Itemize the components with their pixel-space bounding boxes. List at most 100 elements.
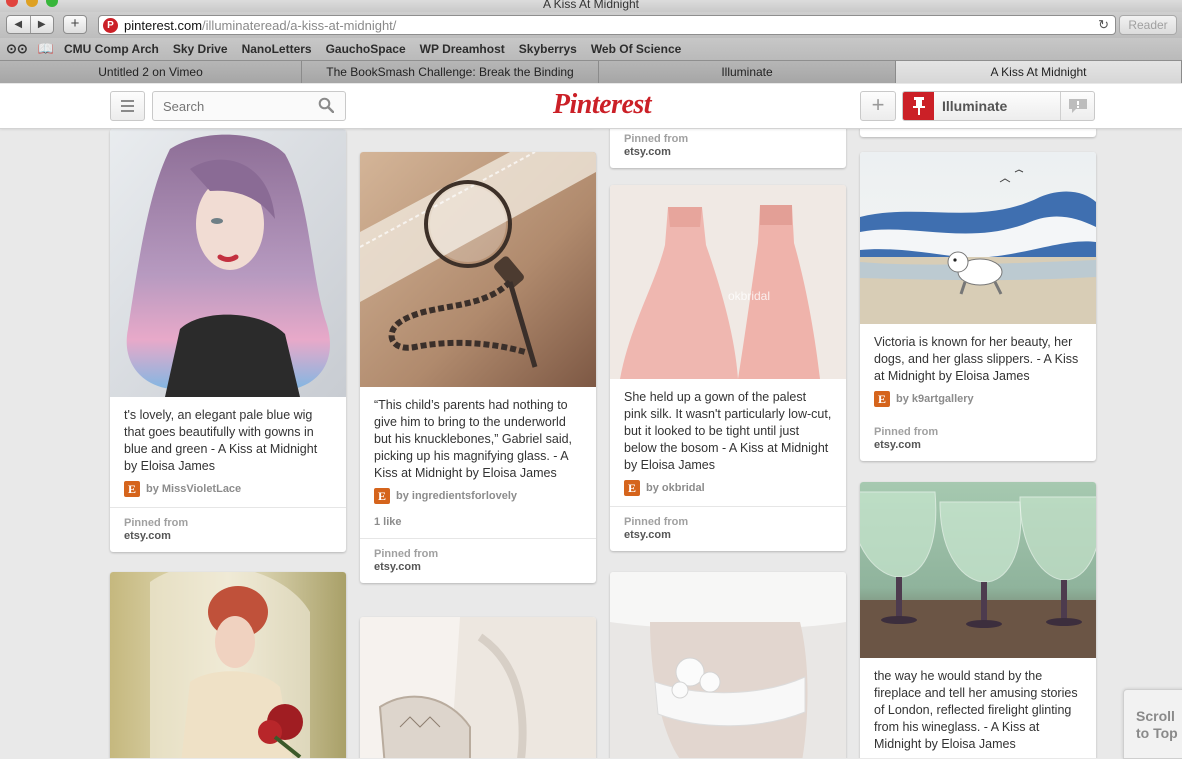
user-name: Illuminate — [942, 98, 1008, 114]
tab-label: A Kiss At Midnight — [990, 65, 1087, 79]
pin-card[interactable]: Pinned from etsy.com — [610, 129, 846, 168]
zoom-window-button[interactable] — [46, 0, 58, 7]
bookmark-item[interactable]: Web Of Science — [591, 42, 681, 56]
close-window-button[interactable] — [6, 0, 18, 7]
pinned-from[interactable]: Pinned from etsy.com — [610, 506, 846, 551]
window-controls — [6, 0, 58, 7]
bookmarks-bar: ⊙⊙ 📖 CMU Comp Arch Sky Drive NanoLetters… — [0, 38, 1182, 60]
pin-author: by okbridal — [646, 482, 705, 494]
pinterest-header: Pinterest + Illuminate — [0, 84, 1182, 129]
pin-attribution[interactable]: Eby okbridal — [610, 474, 846, 496]
menu-icon — [121, 100, 134, 102]
pin-image-pink-gowns[interactable]: okbridal — [610, 185, 846, 379]
pinned-from[interactable]: Pinned from etsy.com — [860, 417, 1096, 461]
etsy-icon: E — [874, 391, 890, 407]
pin-image-dog-at-beach[interactable] — [860, 152, 1096, 324]
bookmark-item[interactable]: Sky Drive — [173, 42, 228, 56]
tab-booksmash[interactable]: The BookSmash Challenge: Break the Bindi… — [302, 61, 599, 83]
pin-description: Victoria is known for her beauty, her do… — [874, 335, 1079, 383]
pin-author: by MissVioletLace — [146, 483, 242, 495]
pin-author: by ingredientsforlovely — [396, 490, 518, 502]
url-host: pinterest.com — [124, 17, 203, 33]
pin-card[interactable]: “This child’s parents had nothing to giv… — [360, 152, 596, 583]
search-icon[interactable] — [318, 97, 334, 113]
pinned-from-label: Pinned from — [624, 516, 689, 528]
pinterest-favicon-icon: P — [103, 17, 118, 33]
bookmark-item[interactable]: NanoLetters — [242, 42, 312, 56]
tab-label: Untitled 2 on Vimeo — [98, 65, 203, 79]
pin-description: “This child’s parents had nothing to giv… — [374, 398, 573, 480]
back-forward-buttons: ◀ ▶ — [6, 15, 54, 34]
pinterest-logo[interactable]: Pinterest — [545, 88, 659, 122]
pin-description: She held up a gown of the palest pink si… — [624, 390, 832, 472]
bookmark-item[interactable]: WP Dreamhost — [420, 42, 505, 56]
pin-card[interactable]: the way he would stand by the fireplace … — [860, 482, 1096, 758]
okbridal-watermark: okbridal — [728, 289, 770, 303]
pin-description: t's lovely, an elegant pale blue wig tha… — [124, 408, 318, 473]
menu-icon-line — [121, 110, 134, 112]
pin-attribution[interactable]: Eby k9artgallery — [860, 385, 1096, 407]
window-titlebar: A Kiss At Midnight — [0, 0, 1182, 12]
etsy-icon: E — [624, 480, 640, 496]
tab-bar: Untitled 2 on Vimeo The BookSmash Challe… — [0, 60, 1182, 83]
speech-bubble-icon — [1068, 99, 1087, 113]
reading-list-icon[interactable]: ⊙⊙ — [6, 41, 28, 57]
pin-attribution[interactable]: Eby MissVioletLace — [110, 475, 346, 497]
pushpin-icon — [903, 92, 934, 120]
search-input[interactable] — [152, 91, 346, 121]
tab-illuminate[interactable]: Illuminate — [599, 61, 896, 83]
pin-card[interactable]: t's lovely, an elegant pale blue wig tha… — [110, 129, 346, 552]
url-path: /illuminateread/a-kiss-at-midnight/ — [202, 17, 397, 33]
reload-icon[interactable]: ↻ — [1098, 17, 1109, 33]
pin-image-lavender-wig[interactable] — [110, 129, 346, 397]
back-arrow-icon[interactable]: ◀ — [7, 16, 30, 33]
pin-grid: t's lovely, an elegant pale blue wig tha… — [0, 129, 1182, 758]
bookmark-item[interactable]: CMU Comp Arch — [64, 42, 159, 56]
pinned-from-source: etsy.com — [624, 146, 671, 158]
bookmark-item[interactable]: GauchoSpace — [326, 42, 406, 56]
pin-image-magnifying-glass[interactable] — [360, 152, 596, 387]
pinned-from-label: Pinned from — [374, 548, 439, 560]
browser-toolbar: ◀ ▶ + P pinterest.com/illuminateread/a-k… — [0, 12, 1182, 38]
pinned-from-source: etsy.com — [624, 529, 671, 541]
pin-card[interactable] — [110, 572, 346, 758]
scroll-to-top-label: Scroll — [1136, 708, 1175, 724]
user-menu[interactable]: Illuminate — [902, 91, 1095, 121]
add-pin-button[interactable]: + — [860, 91, 896, 121]
pinned-from[interactable]: Pinned from etsy.com — [360, 538, 596, 583]
pin-card[interactable] — [610, 572, 846, 758]
scroll-to-top-label: to Top — [1136, 725, 1178, 741]
pin-card[interactable] — [360, 617, 596, 758]
notifications-button[interactable] — [1060, 92, 1094, 120]
window-title: A Kiss At Midnight — [542, 0, 640, 11]
pin-card[interactable] — [860, 129, 1096, 137]
tab-a-kiss-at-midnight[interactable]: A Kiss At Midnight — [896, 61, 1182, 83]
bookmark-item[interactable]: Skyberrys — [519, 42, 577, 56]
pin-attribution[interactable]: Eby ingredientsforlovely — [360, 482, 596, 504]
pinned-from[interactable]: Pinned from etsy.com — [610, 129, 846, 168]
pin-image-redhead-gown[interactable] — [110, 572, 346, 758]
bookmarks-book-icon[interactable]: 📖 — [38, 41, 54, 57]
forward-arrow-icon[interactable]: ▶ — [29, 16, 54, 33]
pin-image-green-wineglasses[interactable] — [860, 482, 1096, 658]
address-bar[interactable]: P pinterest.com/illuminateread/a-kiss-at… — [98, 15, 1116, 35]
like-count[interactable]: 1 like — [360, 504, 596, 528]
pinned-from-source: etsy.com — [874, 439, 921, 451]
tab-vimeo[interactable]: Untitled 2 on Vimeo — [0, 61, 302, 83]
pin-description: the way he would stand by the fireplace … — [874, 669, 1078, 751]
scroll-to-top-button[interactable]: Scroll to Top — [1123, 689, 1182, 759]
add-bookmark-button[interactable]: + — [63, 15, 87, 34]
reader-button[interactable]: Reader — [1119, 15, 1177, 35]
pin-image-lace-shoes[interactable] — [360, 617, 596, 758]
pin-image-lace-garter[interactable] — [610, 572, 846, 758]
tab-label: The BookSmash Challenge: Break the Bindi… — [326, 65, 574, 79]
pinned-from[interactable]: Pinned from etsy.com — [110, 507, 346, 552]
pinned-from-source: etsy.com — [124, 530, 171, 542]
menu-button[interactable] — [110, 91, 145, 121]
minimize-window-button[interactable] — [26, 0, 38, 7]
pin-author: by k9artgallery — [896, 393, 974, 405]
pin-card[interactable]: okbridal She held up a gown of the pales… — [610, 185, 846, 551]
etsy-icon: E — [124, 481, 140, 497]
pin-card[interactable]: Victoria is known for her beauty, her do… — [860, 152, 1096, 461]
tab-label: Illuminate — [721, 65, 773, 79]
